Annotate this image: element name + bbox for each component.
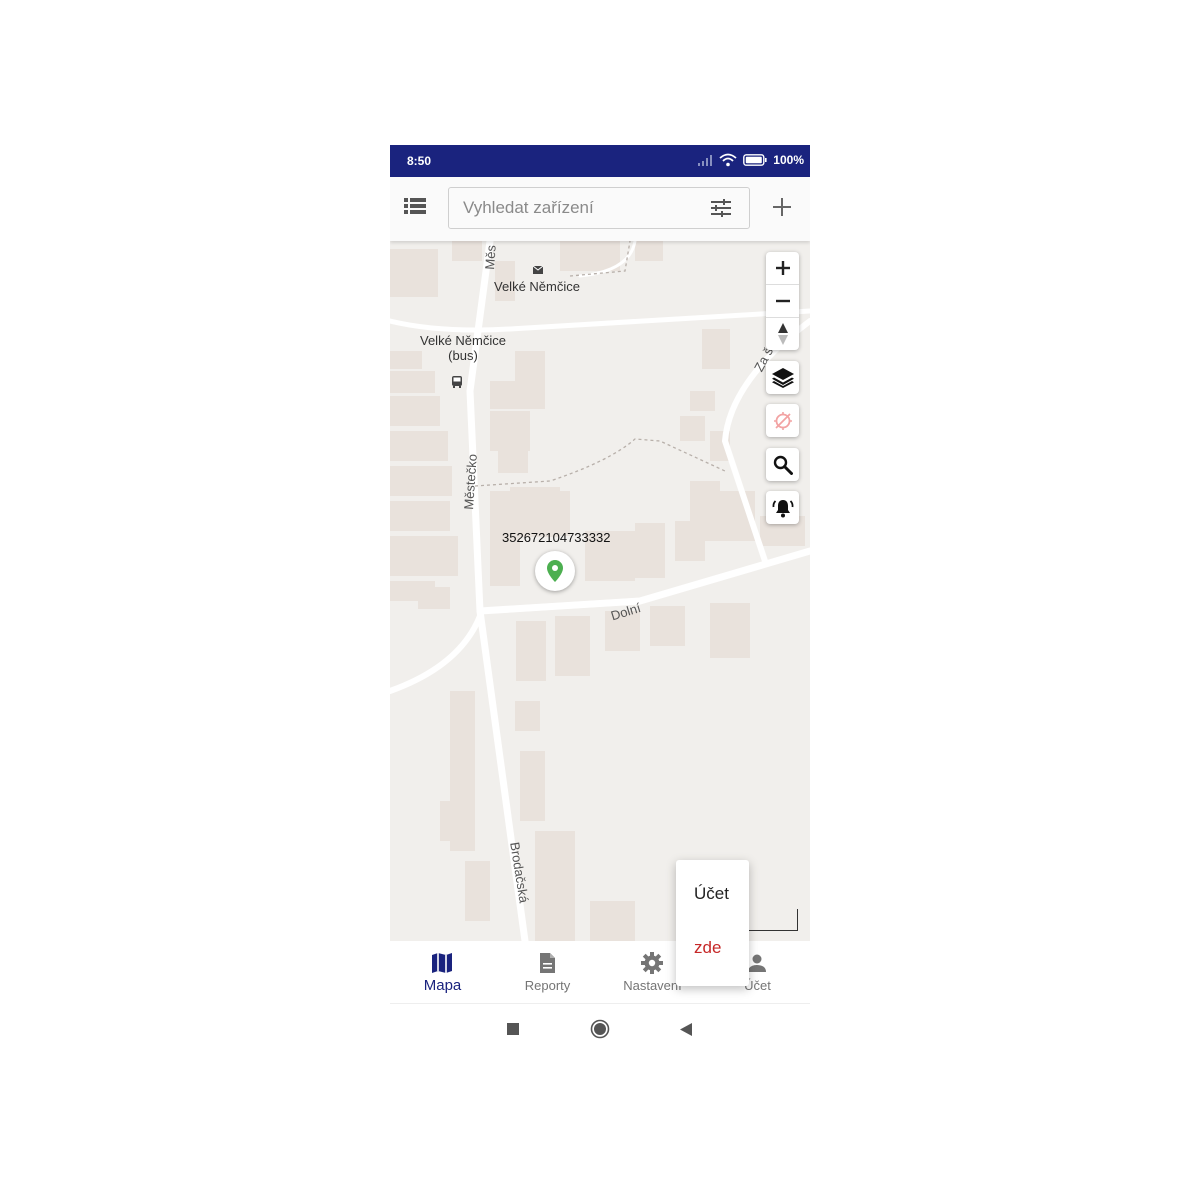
plus-icon [773, 198, 791, 216]
plus-icon [775, 261, 790, 275]
map-icon [432, 953, 452, 973]
popup-item-account[interactable]: Účet [676, 873, 749, 923]
device-marker[interactable] [535, 551, 575, 591]
alarm-bell-icon [772, 499, 793, 517]
map-label-place: Velké Němčice [494, 279, 580, 294]
circle-icon [590, 1019, 610, 1039]
zoom-out-button[interactable] [766, 284, 799, 317]
system-navigation-bar [390, 1004, 810, 1055]
account-popup-menu: Účet zde [676, 860, 749, 986]
layers-icon [771, 367, 794, 388]
location-pin-icon [547, 560, 563, 582]
layers-button[interactable] [766, 361, 799, 394]
top-toolbar [390, 177, 810, 241]
add-device-button[interactable] [772, 197, 796, 221]
minus-icon [775, 299, 790, 303]
tune-icon [711, 199, 731, 217]
nav-label-map: Mapa [423, 977, 462, 994]
phone-screen: 8:50 100% Vyhledat zařízení Velké Němčic… [390, 145, 810, 1055]
search-icon [773, 455, 793, 475]
compass-button[interactable] [766, 317, 799, 350]
zoom-controls [766, 252, 799, 350]
device-list-button[interactable] [404, 197, 430, 221]
nav-item-map[interactable]: Mapa [390, 941, 495, 1003]
back-button[interactable] [675, 1018, 697, 1040]
map-label-bus-stop: Velké Němčice (bus) [420, 333, 506, 363]
gear-icon [641, 952, 663, 974]
nav-item-reports[interactable]: Reporty [495, 941, 600, 1003]
device-search-input[interactable] [463, 196, 698, 220]
alarm-button[interactable] [766, 491, 799, 524]
bus-icon [452, 376, 462, 388]
map-search-button[interactable] [766, 448, 799, 481]
back-triangle-icon [680, 1022, 692, 1036]
post-office-icon [533, 266, 543, 274]
status-bar: 8:50 100% [390, 145, 810, 177]
wifi-icon [719, 153, 737, 167]
device-id-label: 352672104733332 [502, 530, 611, 545]
battery-icon [743, 154, 767, 166]
list-icon [404, 198, 426, 214]
zoom-in-button[interactable] [766, 252, 799, 284]
popup-item-here[interactable]: zde [676, 927, 749, 977]
street-label-mestecko-top: Měs [482, 244, 499, 271]
popup-item-account-label: Účet [694, 884, 729, 903]
battery-percent: 100% [773, 153, 804, 167]
device-search-box [448, 187, 750, 229]
location-disabled-icon [773, 411, 792, 430]
compass-icon [777, 323, 788, 345]
home-button[interactable] [589, 1018, 611, 1040]
status-time: 8:50 [407, 154, 432, 168]
nav-label-reports: Reporty [524, 978, 571, 993]
status-icons: 100% [697, 153, 804, 167]
popup-item-here-label: zde [694, 938, 722, 957]
document-icon [540, 953, 555, 973]
square-icon [507, 1023, 519, 1035]
map-view[interactable]: Velké Němčice Velké Němčice (bus) Městeč… [390, 241, 810, 941]
filter-button[interactable] [711, 199, 733, 219]
recent-apps-button[interactable] [502, 1018, 524, 1040]
my-location-button[interactable] [766, 404, 799, 437]
signal-icon [698, 155, 713, 166]
